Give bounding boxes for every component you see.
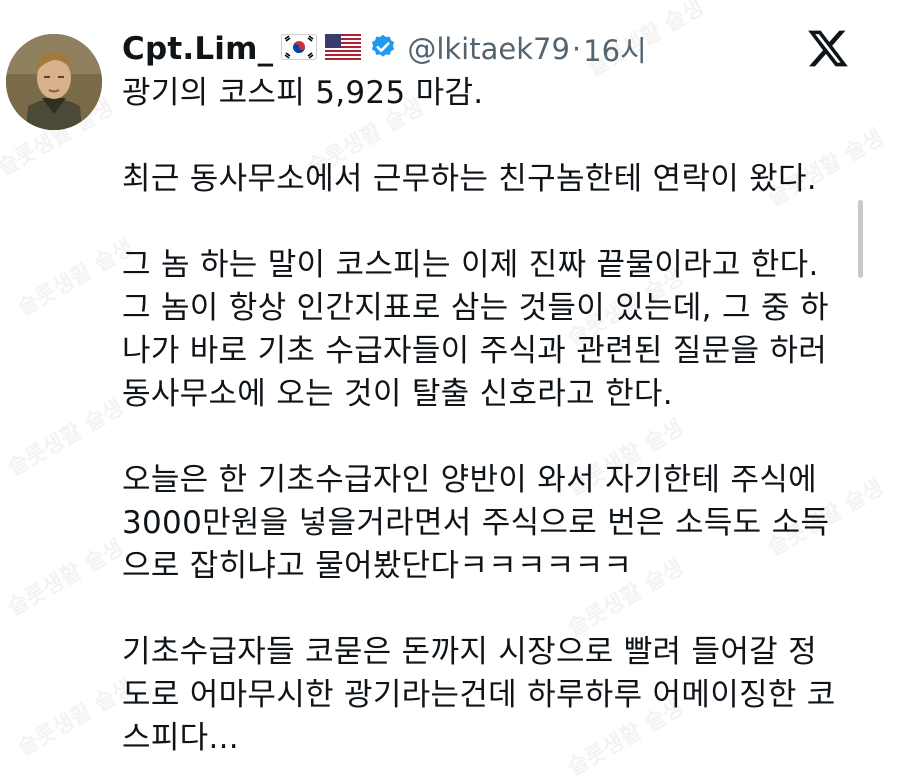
avatar[interactable]	[6, 34, 102, 130]
us-flag-icon	[325, 34, 362, 64]
tweet-paragraph: 그 놈 하는 말이 코스피는 이제 진짜 끝물이라고 한다. 그 놈이 항상 인…	[122, 247, 829, 412]
scrollbar[interactable]	[858, 200, 863, 278]
watermark: 슬롯생활 슬생	[3, 395, 128, 482]
handle[interactable]: @lkitaek79	[407, 32, 570, 66]
avatar-image	[6, 34, 102, 130]
tweet-paragraph: 기초수급자들 코묻은 돈까지 시장으로 빨려 들어갈 정 도로 어마무시한 광기…	[122, 634, 836, 756]
timestamp[interactable]: 16시	[583, 28, 647, 70]
tweet-paragraph: 최근 동사무소에서 근무하는 친구놈한테 연락이 왔다.	[122, 161, 817, 197]
kr-flag-icon	[281, 34, 318, 64]
watermark: 슬롯생활 슬생	[13, 675, 138, 762]
display-name[interactable]: Cpt.Lim_	[122, 31, 273, 67]
watermark: 슬롯생활 슬생	[13, 235, 138, 322]
tweet-header: Cpt.Lim_ @lkitaek79 · 16시	[122, 24, 647, 74]
verified-badge-icon	[369, 33, 397, 65]
x-logo-icon[interactable]	[806, 26, 850, 70]
watermark: 슬롯생활 슬생	[3, 535, 128, 622]
tweet-paragraph: 광기의 코스피 5,925 마감.	[122, 75, 484, 111]
separator: ·	[571, 32, 582, 66]
tweet-text: 광기의 코스피 5,925 마감. 최근 동사무소에서 근무하는 친구놈한테 연…	[122, 72, 862, 760]
tweet-paragraph: 오늘은 한 기초수급자인 양반이 와서 자기한테 주식에 3000만원을 넣을거…	[122, 462, 830, 584]
